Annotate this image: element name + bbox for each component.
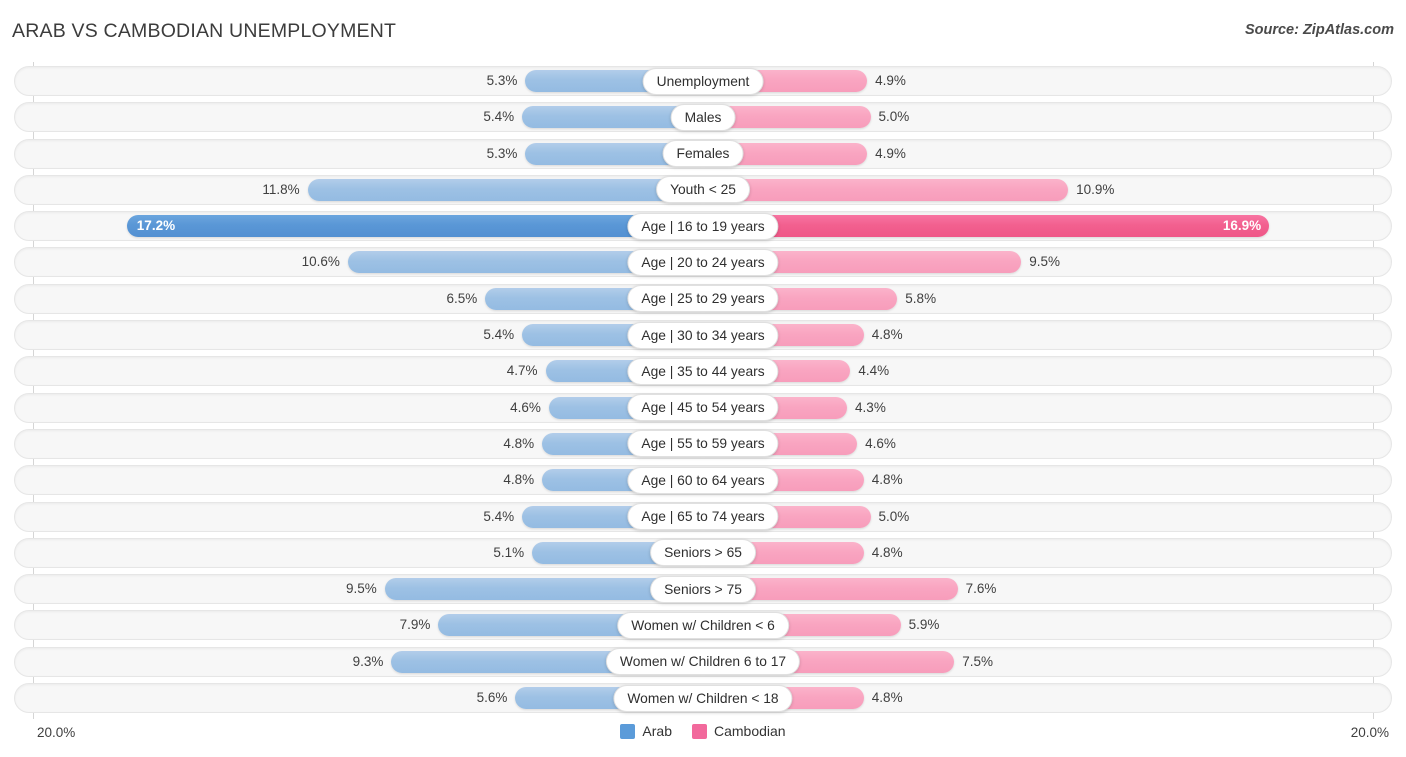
legend-label: Cambodian <box>713 723 786 739</box>
bar-row: 4.8% 4.8% Age | 60 to 64 years <box>0 465 1406 496</box>
bar-arab[interactable] <box>307 178 703 201</box>
legend-item[interactable]: Arab <box>620 723 672 739</box>
value-label-arab: 17.2% <box>136 218 176 234</box>
source-attribution: Source: ZipAtlas.com <box>1244 22 1394 38</box>
value-label-arab: 5.4% <box>483 508 515 524</box>
value-label-arab: 5.3% <box>486 73 518 88</box>
value-label-arab: 5.1% <box>493 544 525 560</box>
category-label-pill[interactable]: Males <box>670 103 736 131</box>
value-label-cambodian: 4.3% <box>855 399 886 415</box>
bar-row: 5.4% 5.0% Males <box>0 102 1406 133</box>
category-label-pill[interactable]: Age | 20 to 24 years <box>627 248 779 276</box>
value-label-cambodian: 5.9% <box>908 617 940 633</box>
value-label-cambodian: 10.9% <box>1076 181 1115 197</box>
value-label-arab: 9.5% <box>345 581 377 597</box>
legend-label: Arab <box>642 723 672 739</box>
bar-row: 4.8% 4.6% Age | 55 to 59 years <box>0 428 1406 459</box>
value-label-cambodian: 4.8% <box>871 327 903 343</box>
value-label-cambodian: 5.0% <box>878 109 910 125</box>
value-label-cambodian: 7.6% <box>965 581 997 597</box>
bar-row: 5.3% 4.9% Unemployment <box>0 66 1406 96</box>
category-label-pill[interactable]: Age | 35 to 44 years <box>627 357 779 385</box>
value-label-cambodian: 4.8% <box>871 472 903 488</box>
bar-row: 9.5% 7.6% Seniors > 75 <box>0 574 1406 605</box>
bar-row: 10.6% 9.5% Age | 20 to 24 years <box>0 247 1406 278</box>
category-label-pill[interactable]: Females <box>662 140 744 168</box>
value-label-arab: 9.3% <box>352 653 384 669</box>
chart-plot-area: 5.3% 4.9% Unemployment 5.4% 5.0% Males 5.3% 4.9… <box>0 62 1406 719</box>
category-label-pill[interactable]: Women w/ Children < 6 <box>617 611 789 639</box>
page-title: ARAB VS CAMBODIAN UNEMPLOYMENT <box>12 20 397 42</box>
bar-row: 6.5% 5.8% Age | 25 to 29 years <box>0 283 1406 314</box>
value-label-cambodian: 5.8% <box>905 290 937 306</box>
value-label-arab: 11.8% <box>262 181 300 197</box>
value-label-cambodian: 5.0% <box>878 508 910 524</box>
value-label-arab: 4.8% <box>503 472 535 488</box>
category-label-pill[interactable]: Age | 55 to 59 years <box>627 430 779 458</box>
chart-legend: Arab Cambodian <box>0 723 1406 739</box>
category-label-pill[interactable]: Youth < 25 <box>656 176 750 204</box>
value-label-cambodian: 4.8% <box>871 544 903 560</box>
value-label-arab: 4.8% <box>503 435 535 451</box>
category-label-pill[interactable]: Age | 25 to 29 years <box>627 285 779 313</box>
bar-cambodian[interactable] <box>703 178 1069 201</box>
value-label-cambodian: 7.5% <box>962 653 994 669</box>
category-label-pill[interactable]: Age | 60 to 64 years <box>627 466 779 494</box>
category-label-pill[interactable]: Age | 16 to 19 years <box>627 212 779 240</box>
category-label-pill[interactable]: Women w/ Children < 18 <box>613 684 793 712</box>
value-label-cambodian: 4.9% <box>875 145 906 161</box>
chart-footer: 20.0% 20.0% Arab Cambodian <box>0 719 1406 757</box>
bar-row: 5.6% 4.8% Women w/ Children < 18 <box>0 683 1406 714</box>
legend-item[interactable]: Cambodian <box>691 723 786 739</box>
value-label-arab: 5.4% <box>483 327 515 343</box>
value-label-cambodian: 4.6% <box>865 435 896 451</box>
legend-swatch-icon <box>620 723 636 739</box>
value-label-arab: 10.6% <box>301 254 340 270</box>
bar-row: 11.8% 10.9% Youth < 25 <box>0 174 1406 205</box>
bar-row: 7.9% 5.9% Women w/ Children < 6 <box>0 610 1406 641</box>
category-label-pill[interactable]: Age | 45 to 54 years <box>627 394 779 422</box>
value-label-arab: 7.9% <box>399 617 431 633</box>
value-label-cambodian: 16.9% <box>1222 218 1262 234</box>
bar-rows-container: 5.3% 4.9% Unemployment 5.4% 5.0% Males 5.3% 4.9… <box>0 66 1406 719</box>
value-label-cambodian: 9.5% <box>1029 254 1061 270</box>
chart-header: ARAB VS CAMBODIAN UNEMPLOYMENT Source: Z… <box>0 0 1406 62</box>
category-label-pill[interactable]: Seniors > 65 <box>650 539 756 567</box>
category-label-pill[interactable]: Women w/ Children 6 to 17 <box>605 648 801 676</box>
value-label-arab: 4.7% <box>506 363 538 379</box>
bar-row: 5.4% 4.8% Age | 30 to 34 years <box>0 320 1406 351</box>
value-label-cambodian: 4.8% <box>871 690 903 706</box>
value-label-arab: 6.5% <box>446 290 478 306</box>
bar-row: 5.1% 4.8% Seniors > 65 <box>0 537 1406 568</box>
bar-row: 9.3% 7.5% Women w/ Children 6 to 17 <box>0 646 1406 677</box>
value-label-arab: 5.6% <box>476 690 508 706</box>
bar-row: 5.4% 5.0% Age | 65 to 74 years <box>0 501 1406 532</box>
value-label-arab: 4.6% <box>510 399 541 415</box>
category-label-pill[interactable]: Unemployment <box>642 67 764 95</box>
value-label-cambodian: 4.9% <box>875 73 906 88</box>
category-label-pill[interactable]: Age | 65 to 74 years <box>627 503 779 531</box>
bar-row: 17.2% 16.9% Age | 16 to 19 years <box>0 211 1406 242</box>
value-label-arab: 5.3% <box>486 145 518 161</box>
category-label-pill[interactable]: Age | 30 to 34 years <box>627 321 779 349</box>
category-label-pill[interactable]: Seniors > 75 <box>650 575 756 603</box>
value-label-arab: 5.4% <box>483 109 515 125</box>
legend-swatch-icon <box>691 723 707 739</box>
bar-row: 4.6% 4.3% Age | 45 to 54 years <box>0 392 1406 423</box>
bar-row: 5.3% 4.9% Females <box>0 138 1406 169</box>
value-label-cambodian: 4.4% <box>858 363 890 379</box>
bar-row: 4.7% 4.4% Age | 35 to 44 years <box>0 356 1406 387</box>
